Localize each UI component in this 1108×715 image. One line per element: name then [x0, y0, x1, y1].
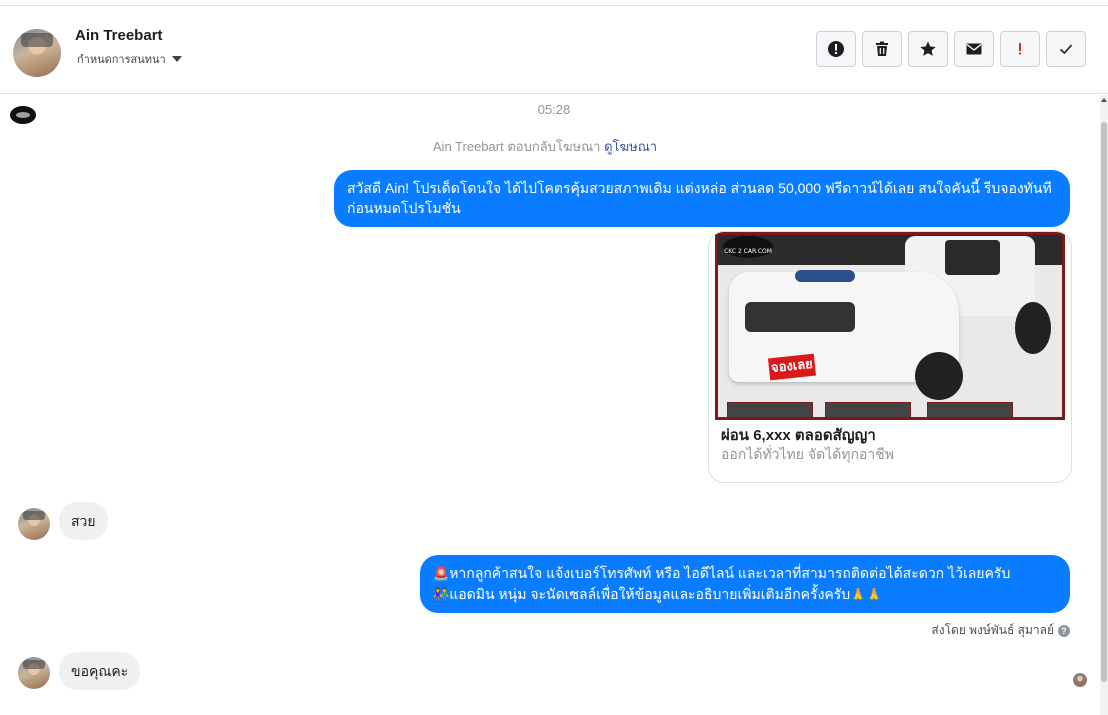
incoming-message-bubble-2: ขอคุณคะ — [59, 652, 141, 690]
ad-card-subtitle: ออกได้ทั่วไทย จัดได้ทุกอาชีพ — [721, 446, 895, 462]
star-button[interactable] — [908, 31, 948, 67]
header-actions — [816, 31, 1086, 67]
seen-avatar — [1073, 673, 1087, 687]
envelope-icon — [966, 43, 982, 55]
message-line-1: 🚨หากลูกค้าสนใจ แจ้งเบอร์โทรศัพท์ หรือ ไอ… — [433, 563, 1057, 584]
exclamation-circle-icon — [828, 41, 844, 57]
delete-button[interactable] — [862, 31, 902, 67]
ad-image: CKC 2 CAR.COM จองเลย — [715, 232, 1065, 420]
contact-name[interactable]: Ain Treebart — [75, 27, 163, 44]
message-text: แอดมิน หนุ่ม จะนัดเซลล์เพื่อให้ข้อมูลและ… — [449, 586, 851, 602]
pray-icon: 🙏🙏 — [850, 587, 883, 602]
outgoing-message-bubble-2: 🚨หากลูกค้าสนใจ แจ้งเบอร์โทรศัพท์ หรือ ไอ… — [420, 555, 1070, 613]
people-icon: 👫 — [433, 587, 450, 602]
contact-avatar[interactable] — [13, 29, 61, 77]
ad-card[interactable]: CKC 2 CAR.COM จองเลย ผ่อน 6,xxx ตลอดสัญญ… — [708, 231, 1072, 483]
spam-button[interactable] — [816, 31, 856, 67]
message-text: หากลูกค้าสนใจ แจ้งเบอร์โทรศัพท์ หรือ ไอด… — [449, 565, 1011, 581]
contact-avatar-small — [18, 657, 50, 689]
ad-reply-text: Ain Treebart ตอบกลับโฆษณา — [432, 139, 601, 154]
timestamp: 05:28 — [537, 102, 571, 117]
conversation-header: Ain Treebart กำหนดการสนทนา — [0, 6, 1108, 94]
message-line-2: 👫แอดมิน หนุ่ม จะนัดเซลล์เพื่อให้ข้อมูลแล… — [433, 584, 1057, 605]
red-exclamation-icon — [1019, 43, 1021, 55]
scrollbar-thumb[interactable] — [1101, 122, 1107, 682]
ad-reply-note: Ain Treebart ตอบกลับโฆษณา ดูโฆษณา — [0, 136, 1090, 157]
done-button[interactable] — [1046, 31, 1086, 67]
image-frame — [715, 232, 1065, 420]
contact-avatar-small — [18, 508, 50, 540]
mark-unread-button[interactable] — [954, 31, 994, 67]
sent-by-label: ส่งโดย พงษ์พันธ์ สุมาลย์ ? — [931, 621, 1070, 640]
check-icon — [1059, 44, 1073, 55]
incoming-message-bubble: สวย — [59, 502, 108, 540]
outgoing-message-bubble: สวัสดี Ain! โปรเด็ดโดนใจ ได้ไปโคตรคุ้มสว… — [334, 170, 1070, 227]
assign-conversation-dropdown[interactable]: กำหนดการสนทนา — [77, 50, 182, 68]
caret-down-icon — [171, 56, 182, 62]
help-icon[interactable]: ? — [1058, 624, 1070, 637]
star-icon — [920, 41, 936, 56]
sent-by-text: ส่งโดย พงษ์พันธ์ สุมาลย์ — [931, 623, 1054, 637]
alarm-icon: 🚨 — [433, 566, 450, 581]
follow-up-button[interactable] — [1000, 31, 1040, 67]
assign-label: กำหนดการสนทนา — [77, 54, 166, 66]
trash-icon — [876, 41, 888, 56]
view-ad-link[interactable]: ดูโฆษณา — [604, 139, 657, 154]
